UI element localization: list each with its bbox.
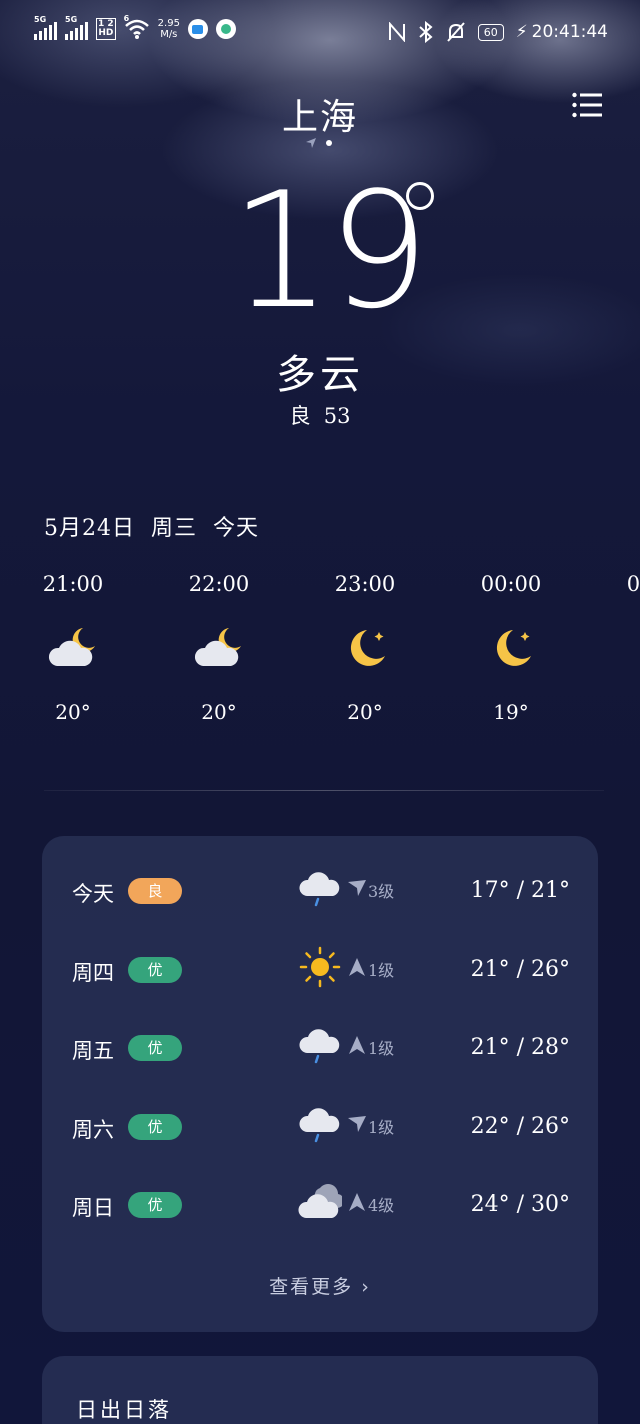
status-bar: 5G 5G 1 2 HD 6 2.95 M/s 60 ⚡ 20:41:44 — [0, 0, 640, 66]
aqi-badge: 良 — [128, 878, 182, 904]
daily-forecast-card: 周日优 4级 24° / 30° 周六优 1级 22° / 26° 周五优 1级 21° / 2… — [42, 836, 598, 1332]
location-arrow-icon — [306, 138, 316, 148]
rain-cloud-icon — [298, 866, 342, 910]
aqi-badge: 优 — [128, 1035, 182, 1061]
battery-level: 60 — [483, 25, 498, 39]
city-name[interactable]: 上海 — [0, 88, 640, 140]
wind-direction-icon — [348, 1036, 366, 1058]
wind-info: 3级 — [348, 878, 394, 902]
hourly-temp: 20° — [201, 700, 237, 724]
moon-icon — [627, 624, 640, 674]
status-time: 20:41:44 — [531, 22, 608, 42]
sunrise-sunset-card[interactable]: 日出日落 — [42, 1356, 598, 1424]
forecast-day: 周五 — [72, 1039, 114, 1063]
cloudy-night-icon — [43, 624, 103, 674]
hourly-forecast[interactable]: 21:00 20° 22:00 20° 23:00 20° 00:00 19° 01:00 — [0, 572, 640, 752]
temp-range: 21° / 28° — [470, 1035, 570, 1060]
air-quality[interactable]: 良 53 — [0, 400, 640, 430]
hourly-time: 01:00 — [626, 572, 640, 596]
forecast-row[interactable]: 周日优 4级 24° / 30° — [42, 1178, 598, 1238]
forecast-day: 周六 — [72, 1117, 114, 1142]
hourly-temp: 20° — [55, 700, 91, 724]
wind-level: 1级 — [368, 1039, 395, 1058]
forecast-day: 周四 — [72, 960, 114, 985]
wind-info: 1级 — [348, 957, 394, 981]
see-more-label: 查看更多 — [269, 1276, 354, 1298]
net-speed-label: 2.95 M/s — [157, 18, 180, 40]
wind-direction-icon — [348, 1193, 366, 1215]
moon-icon — [481, 624, 541, 674]
divider — [44, 790, 604, 791]
net-speed: 2.95 M/s — [158, 18, 180, 40]
current-temperature: 19 — [230, 157, 430, 344]
temp-range: 17° / 21° — [470, 878, 570, 903]
battery-icon: 60 — [477, 23, 504, 41]
hourly-item: 01:00 — [612, 572, 640, 700]
chevron-right-icon: › — [361, 1276, 371, 1298]
wind-direction-icon — [348, 957, 366, 980]
aqi-badge: 优 — [128, 1192, 182, 1218]
page-dot-active — [326, 140, 332, 146]
hourly-temp: 19° — [493, 700, 529, 724]
hourly-time: 00:00 — [480, 572, 542, 596]
hourly-time: 21:00 — [42, 572, 104, 596]
forecast-row[interactable]: 周五优 1级 21° / 28° — [42, 1021, 598, 1081]
temp-range: 22° / 26° — [470, 1113, 570, 1139]
sunrise-sunset-title: 日出日落 — [76, 1398, 172, 1422]
wind-level: 1级 — [368, 960, 395, 980]
wind-info: 1级 — [348, 1114, 394, 1138]
sim1-network-label: 5G — [34, 15, 47, 24]
forecast-day: 周日 — [72, 1196, 114, 1220]
menu-list-icon[interactable] — [572, 92, 602, 118]
sun-icon — [298, 945, 342, 989]
charging-icon: ⚡ — [515, 22, 528, 42]
wifi-icon: 6 — [124, 14, 150, 40]
hourly-time: 23:00 — [334, 572, 396, 596]
wind-direction-icon — [348, 1115, 366, 1136]
wifi-gen-label: 6 — [123, 14, 130, 23]
hd-label: 1 2 HD — [98, 19, 114, 38]
overcast-icon — [298, 1180, 345, 1224]
forecast-row[interactable]: 今天良 3级 17° / 21° — [42, 864, 598, 924]
degree-symbol — [406, 182, 434, 210]
forecast-day: 今天 — [72, 882, 114, 906]
cloudy-night-icon — [189, 624, 249, 674]
forecast-row[interactable]: 周六优 1级 22° / 26° — [42, 1100, 598, 1160]
page-indicator — [306, 138, 332, 148]
hourly-date: 5月24日 周三 今天 — [44, 516, 259, 541]
bluetooth-icon — [419, 21, 433, 43]
signal-sim1-icon: 5G — [34, 15, 57, 40]
nfc-icon — [388, 22, 405, 42]
moon-icon — [335, 624, 395, 674]
hd-voice-icon: 1 2 HD — [96, 18, 116, 40]
hourly-item: 23:00 20° — [320, 572, 410, 724]
hourly-temp: 20° — [347, 700, 383, 724]
signal-sim2-icon: 5G — [65, 15, 88, 40]
app-notification-icon — [187, 19, 208, 39]
hourly-item: 21:00 20° — [28, 572, 118, 724]
aqi-badge: 优 — [128, 956, 182, 983]
wind-level: 3级 — [368, 882, 395, 901]
wind-info: 1级 — [348, 1035, 394, 1059]
hourly-item: 22:00 20° — [174, 572, 264, 724]
rain-cloud-icon — [298, 1023, 342, 1067]
see-more-button[interactable]: 查看更多 › — [42, 1272, 598, 1299]
temp-range: 24° / 30° — [470, 1192, 570, 1217]
wind-level: 1级 — [368, 1117, 395, 1137]
forecast-row[interactable]: 周四优 1级 21° / 26° — [42, 943, 598, 1003]
mute-bell-icon — [446, 22, 465, 42]
sim2-network-label: 5G — [65, 15, 78, 24]
temp-range: 21° / 26° — [470, 956, 570, 982]
aqi-badge: 优 — [128, 1113, 182, 1140]
current-condition: 多云 — [276, 352, 364, 398]
wind-info: 4级 — [348, 1192, 394, 1216]
hourly-item: 00:00 19° — [466, 572, 556, 724]
app-notification-icon-2 — [215, 19, 236, 39]
wind-level: 4级 — [368, 1196, 395, 1215]
hourly-time: 22:00 — [188, 572, 250, 596]
rain-cloud-icon — [298, 1102, 342, 1146]
wind-direction-icon — [348, 880, 366, 900]
